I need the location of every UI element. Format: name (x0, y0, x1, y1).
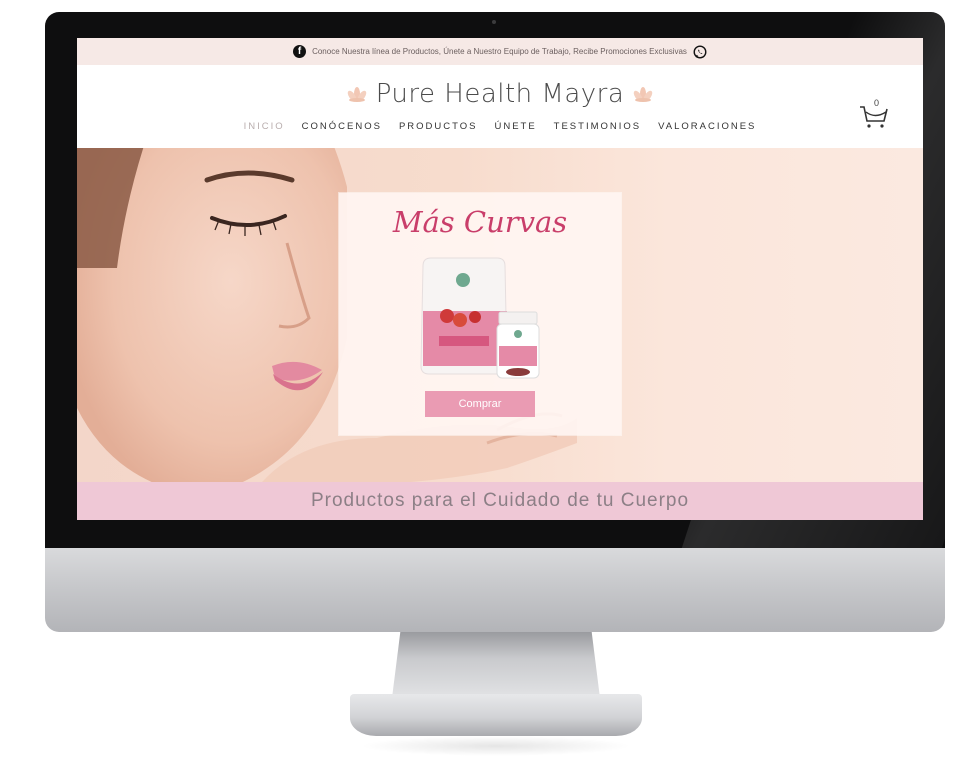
site-header: Pure Health Mayra INICIO CONÓCENOS PRODU… (77, 65, 923, 148)
brand-name: Pure Health Mayra (375, 79, 625, 109)
nav-item-inicio[interactable]: INICIO (244, 121, 285, 132)
nav-item-valoraciones[interactable]: VALORACIONES (658, 121, 756, 132)
buy-button[interactable]: Comprar (425, 391, 535, 417)
website-screen: f Conoce Nuestra línea de Productos, Úne… (77, 38, 923, 520)
monitor-stand-neck (392, 632, 600, 698)
brand[interactable]: Pure Health Mayra (77, 79, 923, 109)
product-card: Más Curvas Comprar (339, 193, 621, 435)
hero-section: Más Curvas Comprar (77, 148, 923, 482)
lotus-icon (347, 87, 366, 102)
facebook-icon[interactable]: f (293, 45, 307, 58)
nav-item-unete[interactable]: ÚNETE (494, 121, 536, 132)
promo-bar: f Conoce Nuestra línea de Productos, Úne… (77, 38, 923, 65)
promo-text: Conoce Nuestra línea de Productos, Únete… (312, 47, 687, 56)
cart-button[interactable]: 0 (857, 97, 891, 133)
monitor-stand-shadow (360, 736, 632, 756)
product-image[interactable] (415, 256, 545, 381)
monitor-stand-base (350, 694, 642, 736)
main-nav: INICIO CONÓCENOS PRODUCTOS ÚNETE TESTIMO… (77, 121, 923, 132)
cart-count: 0 (874, 98, 880, 108)
nav-item-conocenos[interactable]: CONÓCENOS (302, 121, 382, 132)
whatsapp-icon[interactable] (693, 45, 707, 59)
nav-item-testimonios[interactable]: TESTIMONIOS (554, 121, 641, 132)
product-title: Más Curvas (392, 205, 568, 239)
monitor-chin (45, 548, 945, 632)
nav-item-productos[interactable]: PRODUCTOS (399, 121, 478, 132)
products-banner: Productos para el Cuidado de tu Cuerpo (77, 482, 923, 520)
lotus-icon (634, 87, 653, 102)
camera-dot (492, 20, 496, 24)
